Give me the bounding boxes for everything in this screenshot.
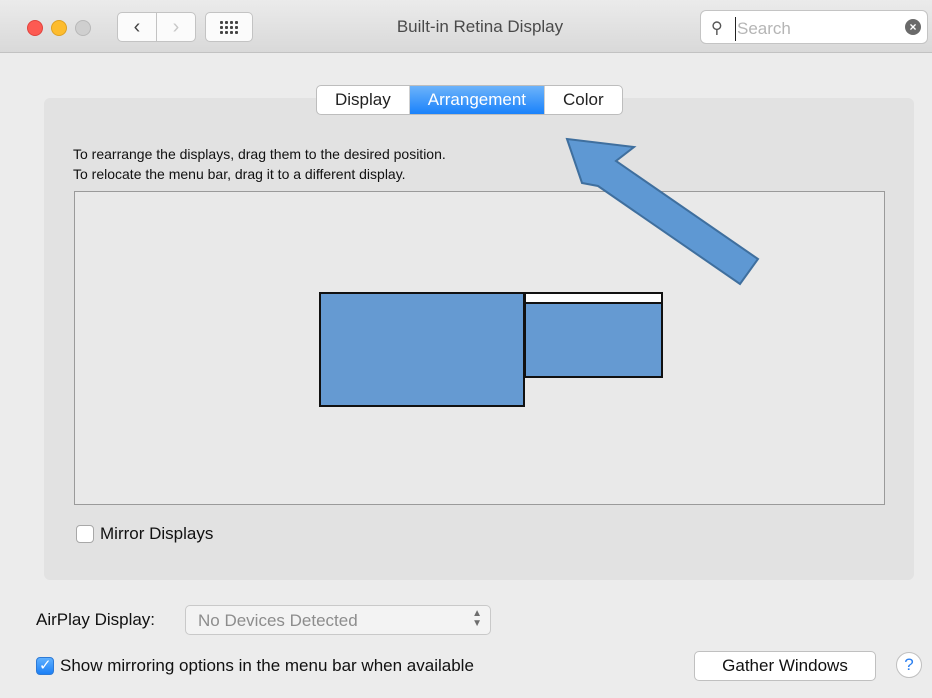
title-bar: ‹ › Built-in Retina Display ⚲ × — [0, 0, 932, 53]
tab-bar: Display Arrangement Color — [316, 85, 623, 115]
airplay-display-select[interactable]: No Devices Detected ▲ ▼ — [185, 605, 491, 635]
show-mirroring-label: Show mirroring options in the menu bar w… — [60, 656, 474, 675]
stepper-arrows-icon: ▲ ▼ — [472, 609, 482, 629]
search-box[interactable]: ⚲ × — [700, 10, 928, 44]
back-button[interactable]: ‹ — [117, 12, 157, 42]
clear-search-icon[interactable]: × — [905, 19, 921, 35]
help-icon[interactable]: ? — [896, 652, 922, 678]
show-all-button[interactable] — [205, 12, 253, 42]
chevron-left-icon: ‹ — [133, 15, 141, 38]
display-built-in[interactable] — [319, 292, 525, 407]
airplay-selected-value: No Devices Detected — [198, 611, 358, 630]
search-icon: ⚲ — [711, 20, 723, 37]
menu-bar-indicator[interactable] — [526, 294, 661, 304]
mirror-displays-label: Mirror Displays — [100, 524, 214, 543]
zoom-icon[interactable] — [75, 20, 91, 36]
chevron-right-icon: › — [172, 15, 180, 38]
tab-arrangement[interactable]: Arrangement — [409, 86, 546, 114]
search-input[interactable] — [735, 17, 899, 41]
show-mirroring-checkbox[interactable]: ✓ — [36, 657, 54, 675]
display-external[interactable] — [524, 292, 663, 378]
forward-button[interactable]: › — [156, 12, 196, 42]
instruction-rearrange: To rearrange the displays, drag them to … — [73, 146, 446, 162]
display-arrangement-area[interactable] — [74, 191, 885, 505]
tab-color[interactable]: Color — [545, 86, 622, 114]
window-title: Built-in Retina Display — [396, 17, 564, 36]
gather-windows-button[interactable]: Gather Windows — [694, 651, 876, 681]
minimize-icon[interactable] — [51, 20, 67, 36]
checkmark-icon: ✓ — [39, 657, 52, 674]
show-all-grid-icon — [220, 20, 238, 34]
instruction-menu-bar: To relocate the menu bar, drag it to a d… — [73, 166, 406, 182]
tab-display[interactable]: Display — [317, 86, 410, 114]
mirror-displays-checkbox[interactable] — [76, 525, 94, 543]
airplay-display-label: AirPlay Display: — [36, 610, 156, 629]
close-icon[interactable] — [27, 20, 43, 36]
chevron-down-icon: ▼ — [472, 618, 482, 629]
